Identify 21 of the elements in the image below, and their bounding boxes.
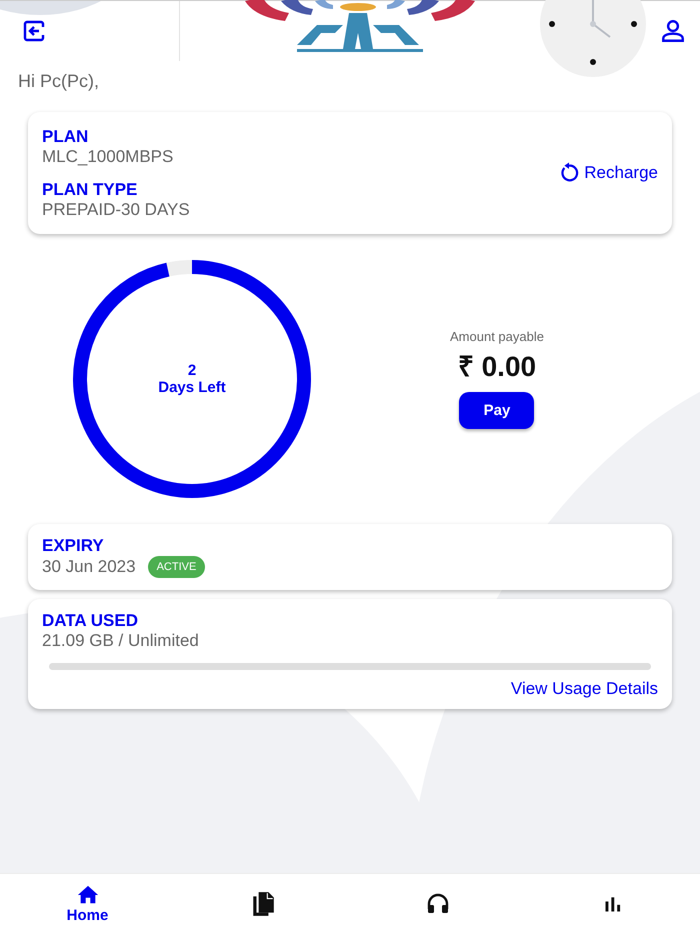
expiry-date: 30 Jun 2023 bbox=[42, 557, 136, 577]
amount-label: Amount payable bbox=[450, 329, 544, 344]
amount-value: ₹ 0.00 bbox=[458, 350, 536, 384]
plan-value: MLC_1000MBPS bbox=[42, 146, 174, 166]
status-badge: ACTIVE bbox=[148, 556, 206, 578]
days-caption: Days Left bbox=[158, 379, 226, 396]
user-icon[interactable] bbox=[660, 18, 686, 44]
expiry-label: EXPIRY bbox=[42, 536, 105, 556]
view-usage-link[interactable]: View Usage Details bbox=[510, 679, 658, 699]
recharge-link[interactable]: Recharge bbox=[558, 162, 658, 184]
home-icon bbox=[76, 884, 100, 906]
headphones-icon bbox=[426, 892, 450, 916]
data-used-value: 21.09 GB / Unlimited bbox=[42, 631, 200, 651]
logout-icon[interactable] bbox=[22, 19, 46, 43]
greeting-text: Hi Pc(Pc), bbox=[18, 71, 100, 92]
plan-type-label: PLAN TYPE bbox=[42, 180, 138, 200]
data-used-label: DATA USED bbox=[42, 611, 140, 631]
days-count: 2 bbox=[188, 362, 196, 379]
plan-label: PLAN bbox=[42, 126, 90, 146]
pay-button[interactable]: Pay bbox=[459, 392, 534, 429]
plan-type-value: PREPAID-30 DAYS bbox=[42, 200, 190, 220]
